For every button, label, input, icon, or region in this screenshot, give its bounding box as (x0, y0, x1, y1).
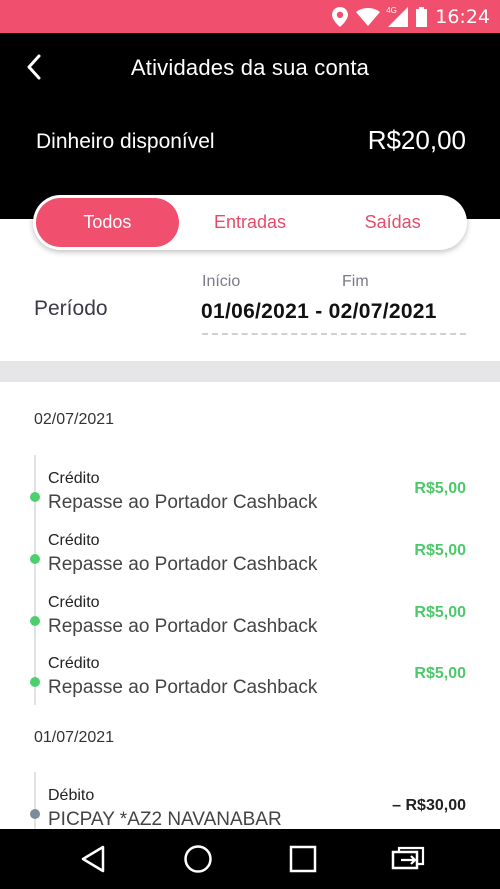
period-date-range[interactable]: 01/06/2021 - 02/07/2021 (201, 300, 437, 324)
list-item[interactable]: Crédito Repasse ao Portador Cashback R$5… (0, 655, 500, 715)
credit-dot-icon (30, 677, 40, 687)
page-title: Atividades da sua conta (130, 55, 370, 80)
circle-home-icon (183, 845, 212, 873)
balance-value: R$20,00 (367, 125, 466, 155)
status-time: 16:24 (435, 5, 490, 28)
period-label: Período (34, 297, 108, 320)
entry-type: Crédito (48, 655, 100, 672)
balance-label: Dinheiro disponível (36, 130, 215, 153)
navigation-bar (0, 829, 500, 889)
battery-icon (416, 6, 428, 27)
date-heading: 02/07/2021 (34, 411, 115, 428)
entry-description: PICPAY *AZ2 NAVANABAR (48, 809, 282, 829)
entry-description: Repasse ao Portador Cashback (48, 677, 318, 698)
credit-dot-icon (30, 554, 40, 564)
nav-home-button[interactable] (178, 839, 218, 879)
entry-amount: R$5,00 (414, 665, 466, 682)
header: Atividades da sua conta Dinheiro disponí… (0, 33, 500, 219)
entry-description: Repasse ao Portador Cashback (48, 616, 318, 637)
triangle-back-icon (81, 845, 104, 873)
wifi-icon (356, 7, 381, 26)
status-icons: 4G 16:24 (332, 0, 490, 33)
entry-type: Crédito (48, 532, 100, 549)
signal-4g-icon: 4G (386, 5, 409, 27)
list-item[interactable]: Crédito Repasse ao Portador Cashback R$5… (0, 470, 500, 530)
nav-recents-button[interactable] (283, 839, 323, 879)
list-item[interactable]: Crédito Repasse ao Portador Cashback R$5… (0, 594, 500, 654)
entry-description: Repasse ao Portador Cashback (48, 554, 318, 575)
tab-entradas[interactable]: Entradas (179, 198, 322, 247)
list-item[interactable]: Débito PICPAY *AZ2 NAVANABAR – R$30,00 (0, 787, 500, 829)
location-icon (332, 6, 349, 27)
screen-rotate-icon (391, 846, 424, 870)
period-start-label: Início (202, 273, 241, 290)
debit-dot-icon (30, 809, 40, 819)
nav-rotate-button[interactable] (388, 839, 428, 879)
entry-type: Crédito (48, 470, 100, 487)
entry-type: Débito (48, 787, 95, 804)
entry-amount: R$5,00 (414, 480, 466, 497)
entry-description: Repasse ao Portador Cashback (48, 492, 318, 513)
credit-dot-icon (30, 616, 40, 626)
nav-back-button[interactable] (73, 839, 113, 879)
period-end-label: Fim (342, 273, 369, 290)
tab-saidas[interactable]: Saídas (321, 198, 464, 247)
entry-amount: R$5,00 (414, 542, 466, 559)
entry-type: Crédito (48, 594, 100, 611)
tab-todos[interactable]: Todos (36, 198, 179, 247)
status-bar: 4G 16:24 (0, 0, 500, 33)
filter-tabs: Todos Entradas Saídas (33, 195, 467, 250)
network-type-label: 4G (386, 5, 397, 15)
entry-amount: R$5,00 (414, 604, 466, 621)
period-underline (202, 333, 466, 335)
list-item[interactable]: Crédito Repasse ao Portador Cashback R$5… (0, 532, 500, 592)
section-divider (0, 361, 500, 382)
credit-dot-icon (30, 492, 40, 502)
square-recents-icon (289, 845, 316, 873)
entry-amount: – R$30,00 (392, 797, 466, 814)
date-heading: 01/07/2021 (34, 729, 115, 746)
